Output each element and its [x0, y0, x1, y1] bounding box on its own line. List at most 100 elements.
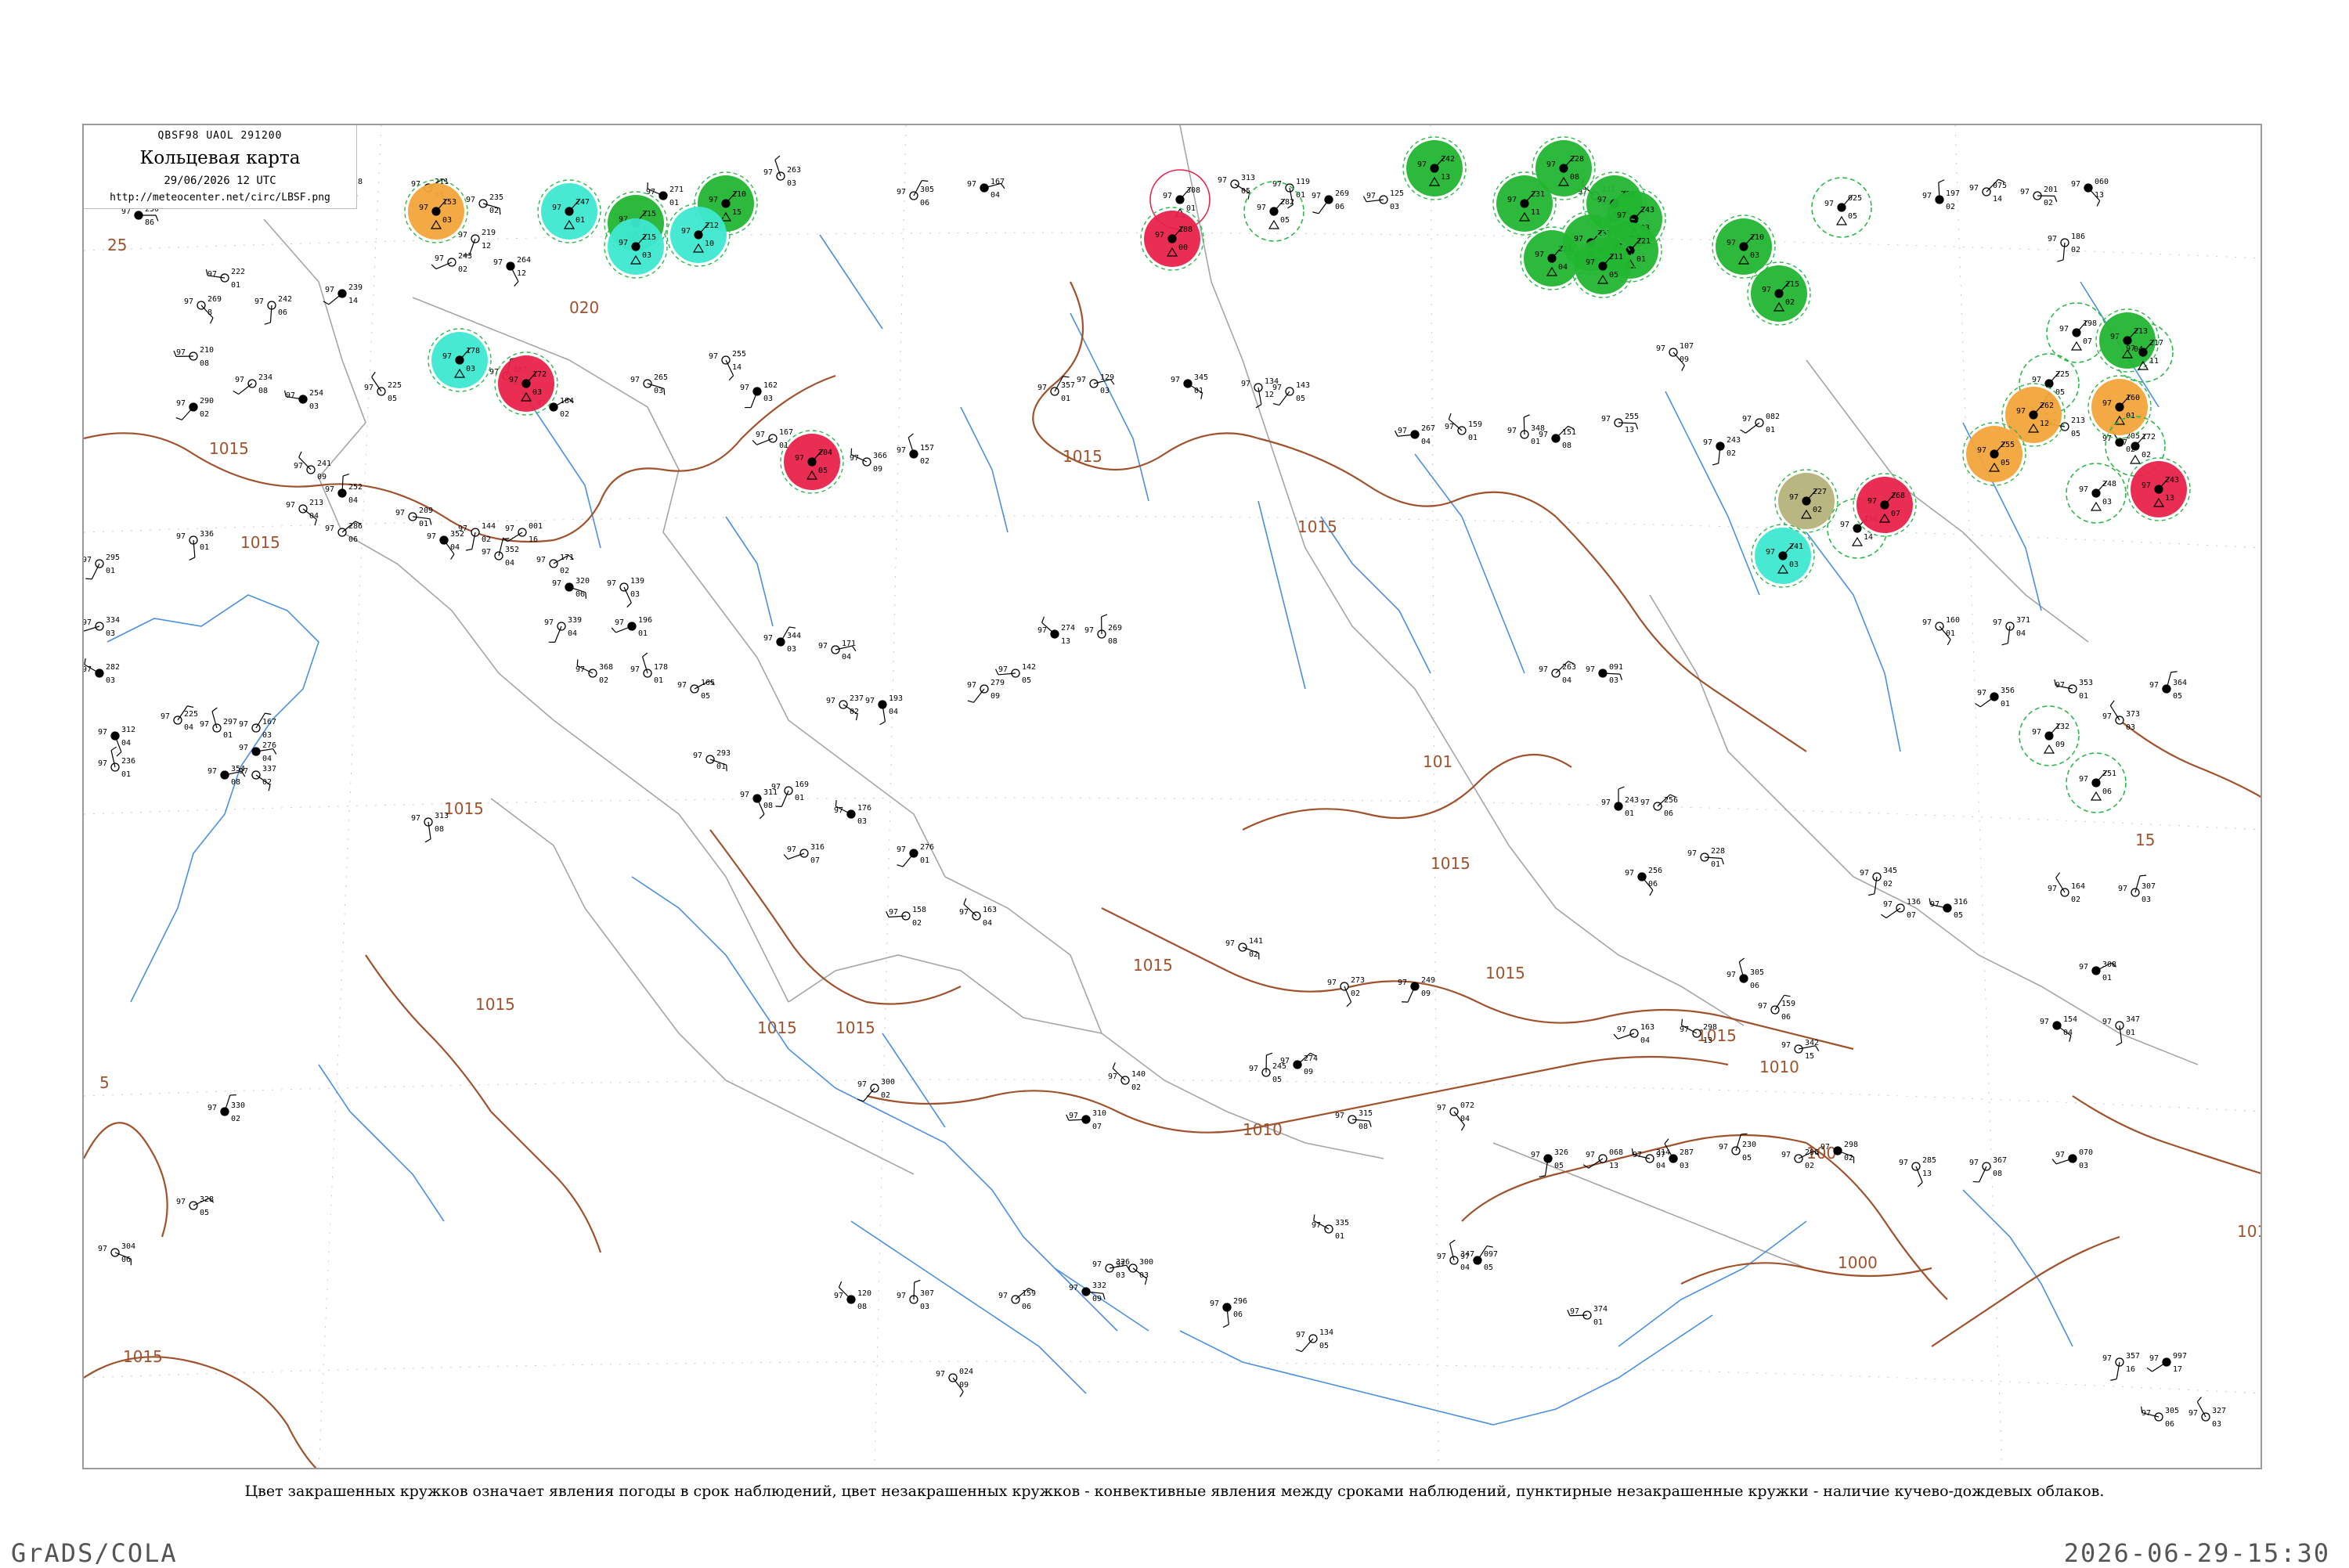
temperature-value: 97: [1574, 235, 1583, 243]
temperature-value: 97: [98, 728, 107, 737]
pressure-value: 273: [1351, 976, 1365, 985]
wind-barb-feather: [897, 865, 904, 867]
temperature-value: 97: [411, 180, 420, 189]
station-plot: 1659705: [677, 679, 715, 701]
wind-barb-feather: [1449, 413, 1451, 420]
tendency-value: 09: [990, 692, 1000, 701]
tendency-value: 05: [1554, 1162, 1564, 1170]
temperature-value: 97: [176, 1198, 186, 1206]
station-plot: 1609701: [1922, 616, 1960, 645]
temperature-value: 97: [1977, 689, 1986, 697]
pressure-value: 222: [231, 268, 245, 276]
thunderstorm-icon: [2091, 503, 2101, 510]
temperature-value: 97: [2142, 1409, 2151, 1418]
temperature-value: 97: [897, 1292, 906, 1300]
pressure-value: 356: [2001, 687, 2015, 695]
thunderstorm-icon: [1269, 221, 1279, 229]
pressure-value: 249: [1421, 976, 1435, 985]
temperature-value: 97: [1977, 446, 1986, 455]
tendency-value: 05: [1848, 212, 1857, 221]
station-plot: 1439705: [1272, 381, 1310, 406]
wind-barb-feather: [1918, 1182, 1922, 1186]
pressure-value: 286: [348, 522, 363, 531]
weather-circle: 1729703: [495, 352, 557, 415]
tendency-value: 05: [2055, 388, 2065, 397]
wind-barb-feather: [752, 440, 756, 445]
pressure-value: 097: [1484, 1250, 1498, 1259]
tendency-value: 01: [419, 520, 428, 528]
temperature-value: 97: [1766, 548, 1775, 557]
pressure-value: 225: [388, 381, 402, 390]
pressure-value: 227: [1813, 488, 1827, 496]
temperature-value: 97: [2032, 376, 2041, 384]
pressure-value: 228: [1711, 847, 1725, 856]
pressure-value: 188: [1178, 225, 1193, 234]
tendency-value: 03: [1116, 1271, 1125, 1280]
tendency-value: 01: [638, 629, 648, 638]
pressure-value: 300: [881, 1078, 895, 1087]
tendency-value: 06: [1781, 1013, 1791, 1022]
pressure-value: 366: [873, 452, 887, 460]
temperature-value: 97: [411, 814, 420, 823]
wind-barb-feather: [775, 156, 780, 160]
station-plot: 3579701: [1037, 377, 1075, 403]
station-plot: 3349703: [84, 616, 120, 638]
pressure-value: 171: [842, 640, 856, 648]
wind-barb-feather: [343, 474, 349, 477]
station-plot: 2289701: [1687, 847, 1725, 869]
wind-barb-feather: [1461, 1125, 1464, 1130]
weather-circle: 2439713: [2127, 458, 2190, 521]
tendency-value: 02: [2142, 451, 2151, 460]
pressure-value: 364: [2173, 679, 2187, 687]
wind-barb-feather: [1614, 1034, 1618, 1039]
tendency-value: 08: [1562, 442, 1571, 450]
wind-barb-feather: [117, 752, 121, 756]
tendency-value: 06: [1648, 880, 1658, 889]
pressure-value: 134: [1319, 1328, 1333, 1337]
wind-barb-feather: [908, 434, 913, 438]
temperature-value: 97: [630, 376, 640, 384]
station-plot: 3369701: [176, 530, 214, 560]
tendency-value: 03: [2079, 1162, 2088, 1170]
map-title: Кольцевая карта: [84, 148, 356, 168]
temperature-value: 97: [1703, 438, 1712, 447]
temperature-value: 97: [1280, 1057, 1290, 1065]
tendency-value: 02: [560, 410, 569, 419]
tendency-value: 06: [576, 590, 585, 599]
tendency-value: 04: [505, 559, 514, 568]
tendency-value: 16: [529, 535, 538, 544]
station-plots: 2509786269978242970623997142229701228970…: [84, 156, 2226, 1429]
temperature-value: 97: [2055, 681, 2065, 690]
pressure-value: 251: [2102, 770, 2116, 778]
wind-barb-feather: [612, 628, 615, 633]
tendency-value: 02: [1883, 880, 1893, 889]
tendency-value: 04: [1656, 1162, 1665, 1170]
pressure-value: 269: [207, 295, 222, 304]
pressure-value: 313: [1241, 174, 1255, 182]
wind-barb-feather: [1314, 1214, 1315, 1220]
temperature-value: 97: [1084, 626, 1094, 635]
station-plot: 3059706: [1727, 958, 1764, 990]
pressure-value: 255: [2001, 441, 2015, 449]
wind-barb-feather: [2055, 196, 2057, 202]
temperature-value: 97: [2071, 180, 2080, 189]
isobar-label: 1015: [1485, 964, 1525, 982]
temperature-value: 97: [482, 548, 491, 557]
temperature-value: 97: [2118, 438, 2127, 447]
temperature-value: 97: [1820, 1143, 1830, 1152]
weather-circle: 2429713: [1403, 137, 1466, 200]
temperature-value: 97: [756, 431, 765, 439]
tendency-value: 06: [920, 199, 929, 207]
pressure-value: 326: [1554, 1148, 1568, 1157]
pressure-value: 347: [2126, 1015, 2140, 1024]
temperature-value: 97: [254, 297, 264, 306]
temperature-value: 97: [1860, 869, 1869, 878]
weather-circle: 1889700: [1141, 207, 1203, 270]
temperature-value: 97: [1969, 1159, 1979, 1167]
pressure-value: 193: [889, 694, 903, 703]
tendency-value: 02: [1805, 1162, 1814, 1170]
wind-barb: [1279, 391, 1290, 406]
station-plot: 3579716: [2102, 1352, 2140, 1380]
pressure-value: 204: [818, 449, 832, 457]
station-plot: 0729704: [1437, 1101, 1474, 1130]
